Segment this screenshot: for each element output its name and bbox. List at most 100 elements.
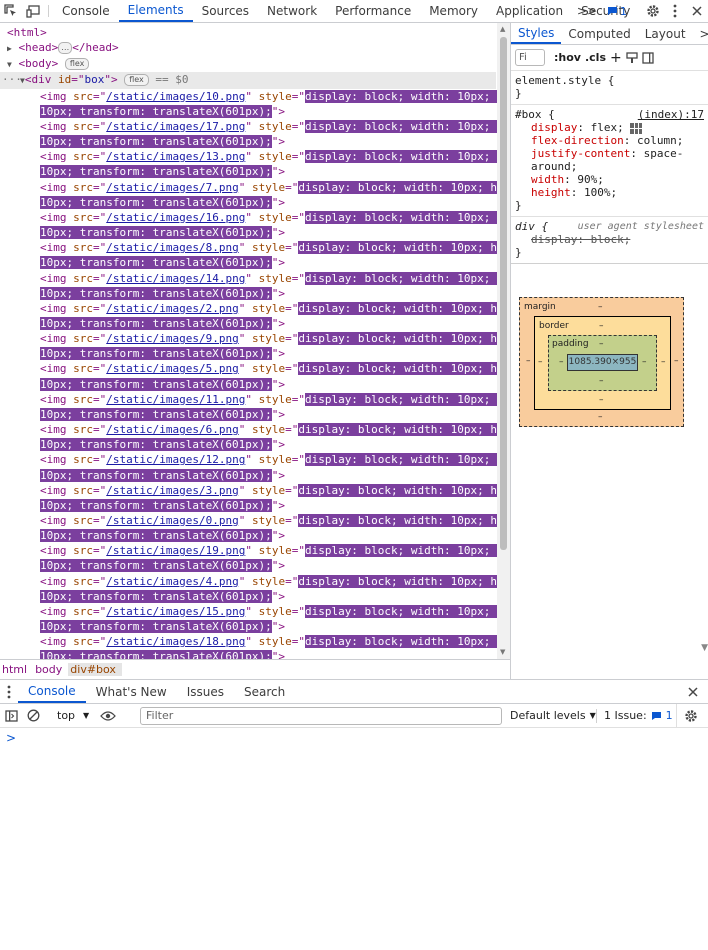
ellipsis-badge[interactable]: …: [58, 42, 73, 55]
styles-scroll-down-icon[interactable]: ▼: [701, 643, 708, 653]
img-src-link[interactable]: /static/images/14.png: [106, 272, 245, 285]
inspect-element-icon[interactable]: [0, 0, 22, 22]
tab-elements[interactable]: Elements: [118, 0, 193, 22]
dom-node-html[interactable]: <html>: [0, 25, 496, 40]
dom-node-body[interactable]: ▼ <body> flex: [0, 56, 496, 72]
dom-node-img-cont[interactable]: 10px; transform: translateX(601px);">: [0, 407, 496, 422]
drawer-tab-console[interactable]: Console: [18, 680, 86, 703]
more-tabs-button[interactable]: >>: [573, 4, 601, 18]
css-declaration[interactable]: flex-direction: column;: [515, 134, 704, 147]
issues-badge[interactable]: 1: [601, 5, 633, 18]
more-style-tabs-button[interactable]: >>: [693, 23, 708, 44]
expand-triangle-icon[interactable]: ▶: [7, 44, 12, 53]
tab-console[interactable]: Console: [53, 0, 119, 22]
console-prompt[interactable]: >: [6, 731, 16, 745]
elements-scrollbar[interactable]: ▲ ▼: [497, 23, 510, 659]
dom-node-img-cont[interactable]: 10px; transform: translateX(601px);">: [0, 286, 496, 301]
console-filter-input[interactable]: Filter: [140, 707, 502, 725]
css-declaration[interactable]: display: flex;: [515, 121, 704, 134]
settings-gear-icon[interactable]: [642, 0, 664, 22]
dom-node-img[interactable]: <img src="/static/images/15.png" style="…: [0, 604, 510, 619]
img-src-link[interactable]: /static/images/17.png: [106, 120, 245, 133]
paint-brush-icon[interactable]: [626, 51, 638, 64]
dom-node-img[interactable]: <img src="/static/images/18.png" style="…: [0, 634, 510, 649]
new-style-rule-icon[interactable]: +: [610, 50, 622, 66]
tab-computed[interactable]: Computed: [561, 23, 637, 44]
dom-node-img-cont[interactable]: 10px; transform: translateX(601px);">: [0, 195, 496, 210]
element-style-rule[interactable]: element.style { }: [511, 71, 708, 105]
dom-node-img[interactable]: <img src="/static/images/7.png" style="d…: [0, 180, 510, 195]
context-selector[interactable]: top ▼: [57, 709, 89, 722]
dom-node-img[interactable]: <img src="/static/images/8.png" style="d…: [0, 240, 510, 255]
dom-node-div-box[interactable]: ··· ▼<div id="box"> flex == $0: [0, 72, 496, 89]
stylesheet-source-link[interactable]: (index):17: [638, 108, 704, 121]
toggle-sidebar-icon[interactable]: [642, 51, 654, 64]
css-declaration[interactable]: width: 90%;: [515, 173, 704, 186]
tab-layout[interactable]: Layout: [638, 23, 693, 44]
clear-console-icon[interactable]: [22, 705, 44, 727]
img-src-link[interactable]: /static/images/7.png: [106, 181, 238, 194]
dom-node-img[interactable]: <img src="/static/images/4.png" style="d…: [0, 574, 510, 589]
dom-node-img[interactable]: <img src="/static/images/2.png" style="d…: [0, 301, 510, 316]
img-src-link[interactable]: /static/images/15.png: [106, 605, 245, 618]
dom-tree[interactable]: <html> ▶ <head>… </head> ▼ <body> flex ··…: [0, 25, 510, 659]
img-src-link[interactable]: /static/images/3.png: [106, 484, 238, 497]
img-src-link[interactable]: /static/images/19.png: [106, 544, 245, 557]
img-src-link[interactable]: /static/images/2.png: [106, 302, 238, 315]
drawer-menu-icon[interactable]: [0, 680, 18, 704]
console-settings-gear-icon[interactable]: [680, 705, 702, 727]
dom-node-img[interactable]: <img src="/static/images/10.png" style="…: [0, 89, 510, 104]
dom-node-img[interactable]: <img src="/static/images/19.png" style="…: [0, 543, 510, 558]
dom-node-img-cont[interactable]: 10px; transform: translateX(601px);">: [0, 498, 496, 513]
img-src-link[interactable]: /static/images/9.png: [106, 332, 238, 345]
dom-node-img[interactable]: <img src="/static/images/11.png" style="…: [0, 392, 510, 407]
img-src-link[interactable]: /static/images/10.png: [106, 90, 245, 103]
box-style-rule[interactable]: #box { (index):17 display: flex; flex-di…: [511, 105, 708, 217]
dom-node-img-cont[interactable]: 10px; transform: translateX(601px);">: [0, 589, 496, 604]
tab-application[interactable]: Application: [487, 0, 572, 22]
dom-node-img[interactable]: <img src="/static/images/12.png" style="…: [0, 452, 510, 467]
dom-node-img[interactable]: <img src="/static/images/6.png" style="d…: [0, 422, 510, 437]
scroll-down-icon[interactable]: ▼: [500, 648, 505, 656]
log-levels-dropdown[interactable]: Default levels ▼: [510, 709, 596, 722]
node-actions-dots[interactable]: ···: [2, 72, 22, 87]
dom-node-img-cont[interactable]: 10px; transform: translateX(601px);">: [0, 104, 496, 119]
hover-state-button[interactable]: :hov: [554, 51, 581, 64]
dom-node-img-cont[interactable]: 10px; transform: translateX(601px);">: [0, 164, 496, 179]
dom-node-img-cont[interactable]: 10px; transform: translateX(601px);">: [0, 225, 496, 240]
img-src-link[interactable]: /static/images/5.png: [106, 362, 238, 375]
dom-node-img[interactable]: <img src="/static/images/16.png" style="…: [0, 210, 510, 225]
flex-badge[interactable]: flex: [64, 58, 90, 71]
dom-node-img-cont[interactable]: 10px; transform: translateX(601px);">: [0, 619, 496, 634]
box-model-border[interactable]: border – – – – padding – – – – 1085.390×…: [534, 316, 671, 410]
dom-node-img[interactable]: <img src="/static/images/3.png" style="d…: [0, 483, 510, 498]
dom-node-img[interactable]: <img src="/static/images/0.png" style="d…: [0, 513, 510, 528]
dom-node-img-cont[interactable]: 10px; transform: translateX(601px);">: [0, 316, 496, 331]
img-src-link[interactable]: /static/images/13.png: [106, 150, 245, 163]
tab-styles[interactable]: Styles: [511, 23, 562, 44]
dom-node-img-cont[interactable]: 10px; transform: translateX(601px);">: [0, 437, 496, 452]
dom-node-img-cont[interactable]: 10px; transform: translateX(601px);">: [0, 377, 496, 392]
img-src-link[interactable]: /static/images/6.png: [106, 423, 238, 436]
img-src-link[interactable]: /static/images/0.png: [106, 514, 238, 527]
css-declaration[interactable]: height: 100%;: [515, 186, 704, 199]
dom-node-img-cont[interactable]: 10px; transform: translateX(601px);">: [0, 558, 496, 573]
scrollbar-thumb[interactable]: [500, 37, 507, 550]
breadcrumb-html[interactable]: html: [0, 663, 33, 676]
dom-node-head[interactable]: ▶ <head>… </head>: [0, 40, 496, 56]
tab-sources[interactable]: Sources: [193, 0, 258, 22]
box-model-padding[interactable]: padding – – – – 1085.390×955: [548, 335, 657, 391]
dom-node-img-cont[interactable]: 10px; transform: translateX(601px);">: [0, 468, 496, 483]
dom-node-img[interactable]: <img src="/static/images/13.png" style="…: [0, 149, 510, 164]
tab-performance[interactable]: Performance: [326, 0, 420, 22]
live-expression-eye-icon[interactable]: [97, 705, 119, 727]
collapse-triangle-icon[interactable]: ▼: [7, 60, 12, 69]
device-toolbar-icon[interactable]: [22, 0, 44, 22]
class-toggle-button[interactable]: .cls: [585, 51, 606, 64]
show-sidebar-icon[interactable]: [0, 705, 22, 727]
css-declaration[interactable]: justify-content: space-around;: [515, 147, 704, 173]
dom-node-img-cont[interactable]: 10px; transform: translateX(601px);">: [0, 346, 496, 361]
box-model-margin[interactable]: margin – – – – border – – – – padding – …: [519, 297, 684, 427]
dom-node-img-cont[interactable]: 10px; transform: translateX(601px);">: [0, 649, 496, 659]
dom-node-img-cont[interactable]: 10px; transform: translateX(601px);">: [0, 134, 496, 149]
